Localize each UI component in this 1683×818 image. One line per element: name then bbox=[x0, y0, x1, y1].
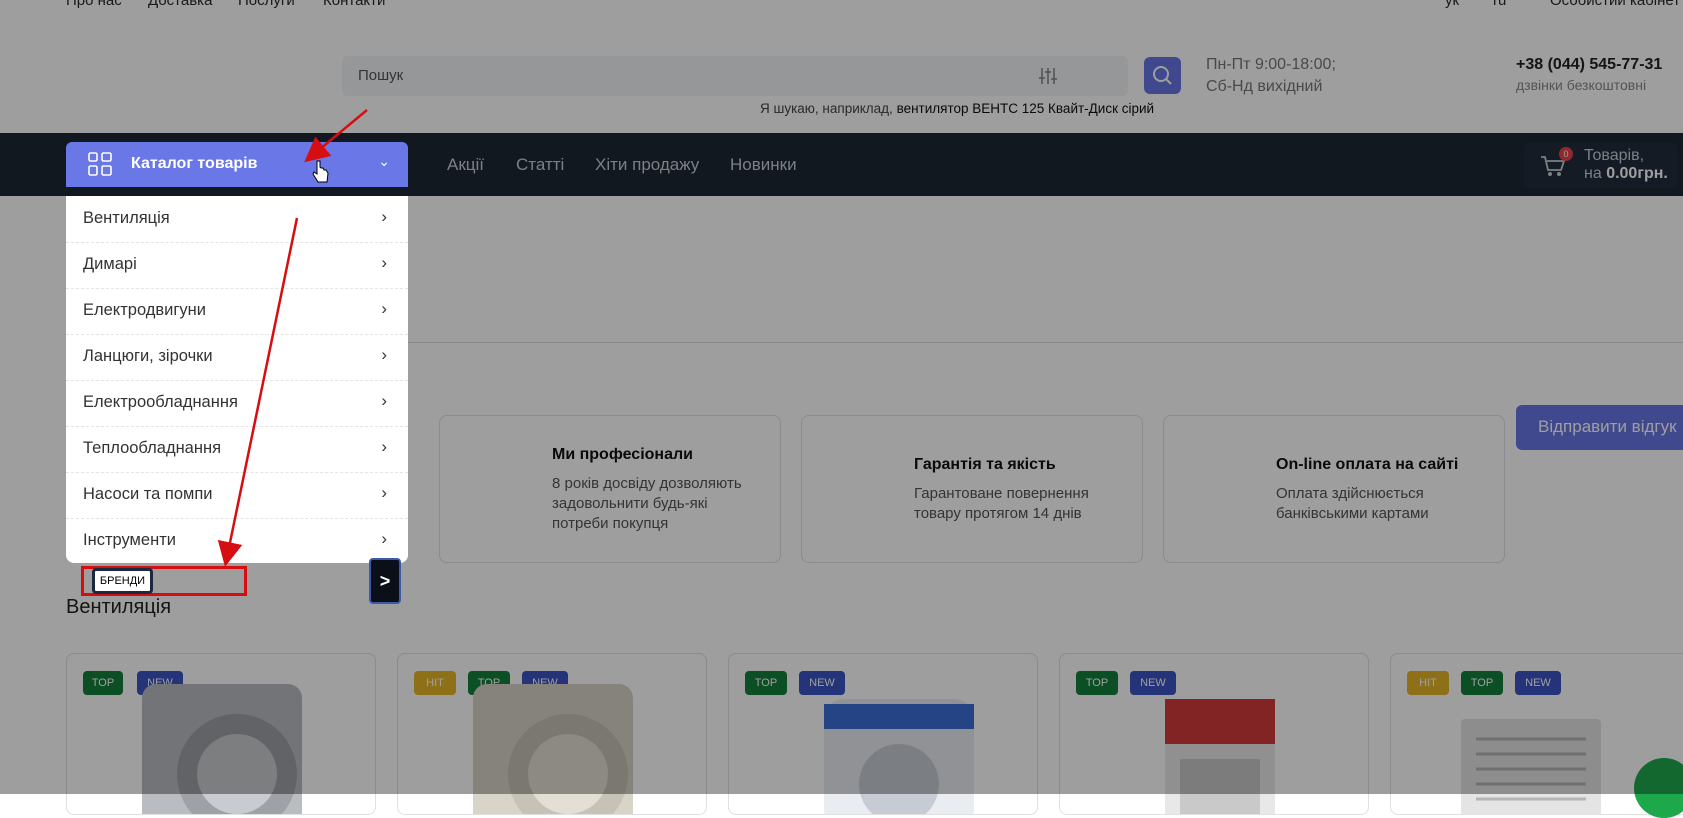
annotation-arrow-to-catalog bbox=[304, 109, 368, 163]
annotation-arrow-to-brands bbox=[217, 217, 299, 567]
mouse-cursor-icon bbox=[312, 160, 329, 183]
annotation-arrows bbox=[217, 109, 368, 567]
